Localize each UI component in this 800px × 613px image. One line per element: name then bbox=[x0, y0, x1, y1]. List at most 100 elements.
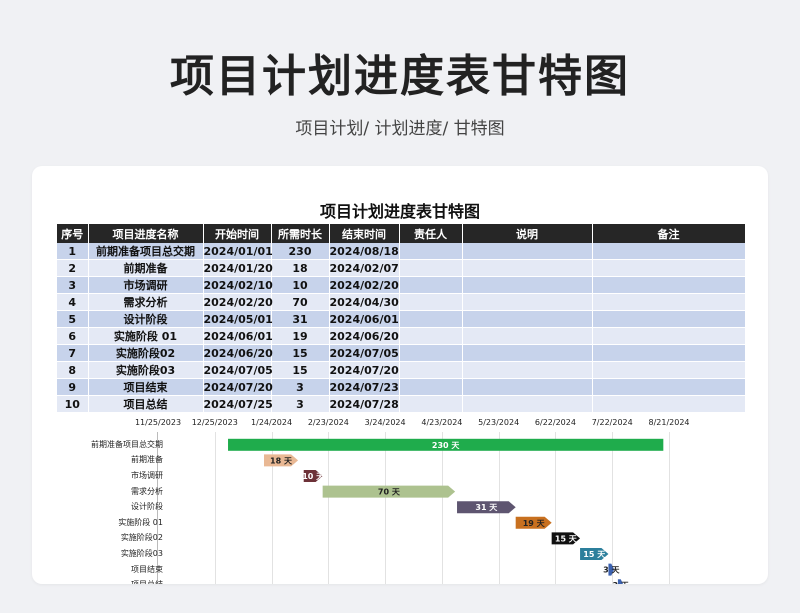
cell-name[interactable]: 前期准备项目总交期 bbox=[88, 243, 204, 260]
gantt-row-label: 实施阶段 01 bbox=[118, 517, 163, 527]
gantt-row-label: 前期准备 bbox=[131, 455, 163, 465]
cell-name[interactable]: 项目结束 bbox=[88, 378, 204, 396]
gantt-bar-label: 230 天 bbox=[432, 441, 460, 450]
cell-owner[interactable] bbox=[399, 276, 463, 294]
col-header-end[interactable]: 结束时间 bbox=[329, 224, 400, 243]
cell-days[interactable]: 70 bbox=[271, 293, 330, 311]
cell-no[interactable]: 2 bbox=[57, 259, 89, 277]
cell-name[interactable]: 实施阶段02 bbox=[88, 344, 204, 362]
cell-remark[interactable] bbox=[592, 395, 746, 413]
cell-owner[interactable] bbox=[399, 361, 463, 379]
cell-owner[interactable] bbox=[399, 395, 463, 413]
cell-days[interactable]: 15 bbox=[271, 361, 330, 379]
cell-no[interactable]: 8 bbox=[57, 361, 89, 379]
cell-end[interactable]: 2024/07/20 bbox=[329, 361, 400, 379]
cell-end[interactable]: 2024/06/01 bbox=[329, 310, 400, 328]
cell-end[interactable]: 2024/06/20 bbox=[329, 327, 400, 345]
cell-remark[interactable] bbox=[592, 378, 746, 396]
cell-name[interactable]: 实施阶段03 bbox=[88, 361, 204, 379]
cell-owner[interactable] bbox=[399, 378, 463, 396]
cell-owner[interactable] bbox=[399, 243, 463, 260]
gantt-row-label: 实施阶段02 bbox=[120, 533, 163, 543]
cell-no[interactable]: 6 bbox=[57, 327, 89, 345]
cell-remark[interactable] bbox=[592, 276, 746, 294]
cell-days[interactable]: 230 bbox=[271, 243, 330, 260]
col-header-no[interactable]: 序号 bbox=[57, 224, 89, 243]
col-header-note[interactable]: 说明 bbox=[462, 224, 593, 243]
col-header-name[interactable]: 项目进度名称 bbox=[88, 224, 204, 243]
cell-start[interactable]: 2024/07/25 bbox=[203, 395, 273, 413]
cell-days[interactable]: 3 bbox=[271, 378, 330, 396]
cell-days[interactable]: 19 bbox=[271, 327, 330, 345]
cell-note[interactable] bbox=[462, 259, 593, 277]
cell-no[interactable]: 10 bbox=[57, 395, 89, 413]
cell-no[interactable]: 7 bbox=[57, 344, 89, 362]
gantt-row-label: 市场调研 bbox=[131, 471, 163, 480]
col-header-start[interactable]: 开始时间 bbox=[203, 224, 272, 243]
cell-days[interactable]: 18 bbox=[271, 259, 330, 277]
cell-name[interactable]: 市场调研 bbox=[88, 276, 204, 294]
cell-start[interactable]: 2024/02/10 bbox=[203, 276, 273, 294]
cell-remark[interactable] bbox=[592, 361, 746, 379]
cell-note[interactable] bbox=[462, 293, 593, 311]
gantt-bar-label: 18 天 bbox=[270, 456, 293, 465]
cell-start[interactable]: 2024/06/01 bbox=[203, 327, 273, 345]
cell-remark[interactable] bbox=[592, 310, 746, 328]
cell-start[interactable]: 2024/07/20 bbox=[203, 378, 273, 396]
col-header-owner[interactable]: 责任人 bbox=[399, 224, 463, 243]
cell-end[interactable]: 2024/07/05 bbox=[329, 344, 400, 362]
cell-start[interactable]: 2024/05/01 bbox=[203, 310, 273, 328]
gantt-bar-label: 31 天 bbox=[475, 503, 498, 512]
cell-note[interactable] bbox=[462, 327, 593, 345]
cell-end[interactable]: 2024/07/28 bbox=[329, 395, 400, 413]
cell-end[interactable]: 2024/04/30 bbox=[329, 293, 400, 311]
cell-note[interactable] bbox=[462, 344, 593, 362]
cell-end[interactable]: 2024/02/07 bbox=[329, 259, 400, 277]
cell-start[interactable]: 2024/01/01 bbox=[203, 243, 273, 260]
cell-name[interactable]: 实施阶段 01 bbox=[88, 327, 204, 345]
cell-owner[interactable] bbox=[399, 259, 463, 277]
cell-end[interactable]: 2024/02/20 bbox=[329, 276, 400, 294]
cell-owner[interactable] bbox=[399, 344, 463, 362]
cell-start[interactable]: 2024/06/20 bbox=[203, 344, 273, 362]
gantt-bar-label: 3 天 bbox=[613, 581, 630, 584]
cell-days[interactable]: 10 bbox=[271, 276, 330, 294]
cell-remark[interactable] bbox=[592, 259, 746, 277]
gantt-chart: 11/25/2023 12/25/2023 1/24/2024 2/23/2024 3/… bbox=[57, 418, 745, 584]
cell-owner[interactable] bbox=[399, 327, 463, 345]
cell-no[interactable]: 5 bbox=[57, 310, 89, 328]
cell-name[interactable]: 需求分析 bbox=[88, 293, 204, 311]
cell-note[interactable] bbox=[462, 378, 593, 396]
cell-name[interactable]: 设计阶段 bbox=[88, 310, 204, 328]
cell-note[interactable] bbox=[462, 361, 593, 379]
cell-start[interactable]: 2024/01/20 bbox=[203, 259, 273, 277]
cell-owner[interactable] bbox=[399, 310, 463, 328]
cell-start[interactable]: 2024/07/05 bbox=[203, 361, 273, 379]
cell-end[interactable]: 2024/07/23 bbox=[329, 378, 400, 396]
cell-note[interactable] bbox=[462, 276, 593, 294]
sheet-title: 项目计划进度表甘特图 bbox=[319, 202, 480, 221]
cell-name[interactable]: 项目总结 bbox=[88, 395, 204, 413]
cell-end[interactable]: 2024/08/18 bbox=[329, 243, 400, 260]
cell-remark[interactable] bbox=[592, 327, 746, 345]
cell-remark[interactable] bbox=[592, 243, 746, 260]
cell-no[interactable]: 4 bbox=[57, 293, 89, 311]
cell-start[interactable]: 2024/02/20 bbox=[203, 293, 273, 311]
cell-note[interactable] bbox=[462, 243, 593, 260]
gantt-bar-label: 10 天 bbox=[302, 472, 325, 481]
gantt-bar-label: 15 天 bbox=[583, 550, 606, 559]
cell-owner[interactable] bbox=[399, 293, 463, 311]
cell-remark[interactable] bbox=[592, 293, 746, 311]
cell-note[interactable] bbox=[462, 310, 593, 328]
cell-remark[interactable] bbox=[592, 344, 746, 362]
cell-no[interactable]: 9 bbox=[57, 378, 89, 396]
cell-days[interactable]: 31 bbox=[271, 310, 330, 328]
cell-name[interactable]: 前期准备 bbox=[88, 259, 204, 277]
cell-note[interactable] bbox=[462, 395, 593, 413]
col-header-remark[interactable]: 备注 bbox=[592, 224, 746, 243]
cell-no[interactable]: 3 bbox=[57, 276, 89, 294]
cell-days[interactable]: 15 bbox=[271, 344, 330, 362]
col-header-days[interactable]: 所需时长 bbox=[271, 224, 330, 243]
cell-no[interactable]: 1 bbox=[57, 243, 89, 260]
cell-days[interactable]: 3 bbox=[271, 395, 330, 413]
